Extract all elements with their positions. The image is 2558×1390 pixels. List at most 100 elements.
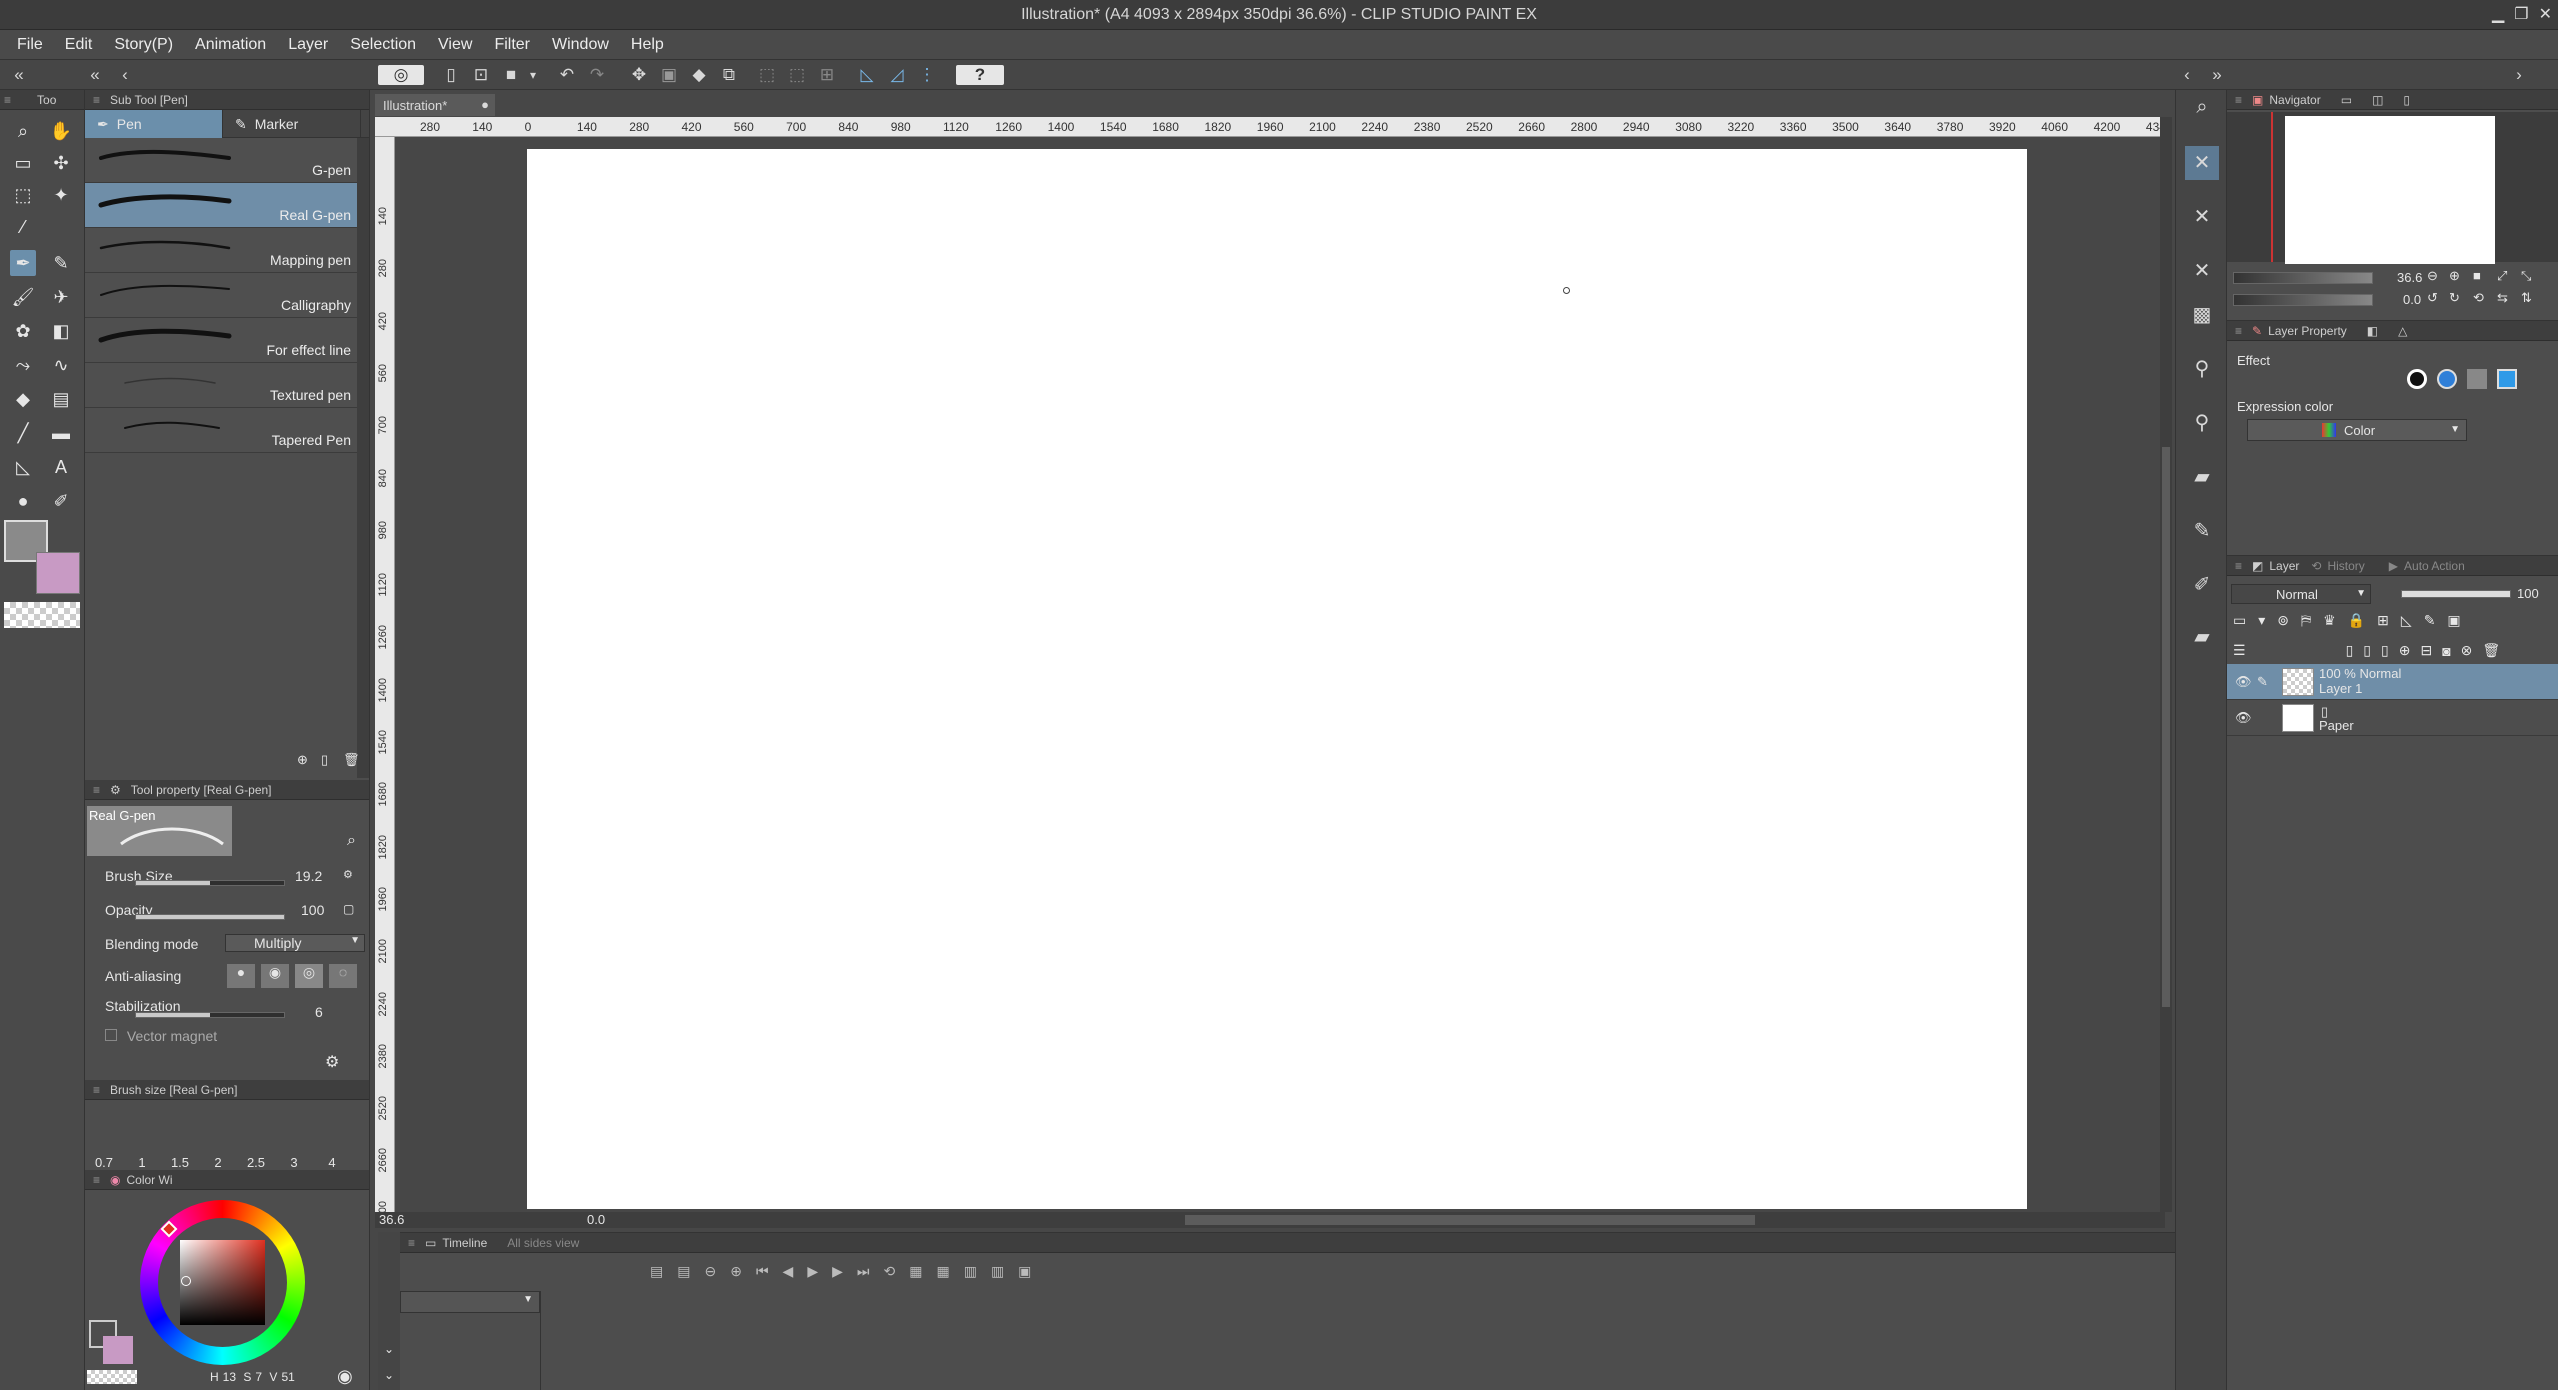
light-table-icon[interactable]: ▥: [991, 1263, 1004, 1280]
brush-tool-icon[interactable]: 🖌: [10, 284, 36, 310]
apply-mask-icon[interactable]: ⊗: [2461, 642, 2473, 659]
auto-action-tab[interactable]: Auto Action: [2404, 559, 2465, 573]
timeline-select[interactable]: ▼: [400, 1291, 540, 1313]
minimize-button[interactable]: ▁: [2492, 4, 2504, 24]
pen-tool-icon[interactable]: ✒: [10, 250, 36, 276]
brush-size-preset[interactable]: 1.5: [161, 1155, 199, 1170]
fill-tool-icon[interactable]: ◆: [10, 386, 36, 412]
layer-opacity-value[interactable]: 100: [2517, 586, 2539, 601]
eye-icon[interactable]: 👁: [2235, 674, 2252, 690]
snap-grid-icon[interactable]: ⋮: [916, 65, 938, 85]
merge-icon[interactable]: ⊟: [2420, 642, 2432, 659]
zoom-in-icon[interactable]: ⊕: [2449, 268, 2460, 284]
navigator-tab[interactable]: Navigator: [2269, 93, 2320, 107]
item-bank-icon[interactable]: ◫: [2372, 93, 2383, 107]
pose-2-icon[interactable]: ⚲: [2185, 406, 2219, 440]
tab-3-icon[interactable]: △: [2398, 324, 2407, 338]
mask-create-icon[interactable]: ◙: [2442, 643, 2450, 659]
eyedropper-icon[interactable]: ⁄: [10, 214, 36, 240]
deselect-icon[interactable]: ⬚: [756, 65, 778, 85]
layer-opacity-slider[interactable]: [2401, 590, 2511, 598]
brush-material-icon[interactable]: ✐: [2185, 568, 2219, 602]
rotate-slider[interactable]: [2233, 294, 2373, 306]
info-icon[interactable]: ▯: [2403, 93, 2410, 107]
stabilization-value[interactable]: 6: [315, 1004, 323, 1020]
folder-icon[interactable]: ▰: [2185, 460, 2219, 494]
opacity-slider[interactable]: [135, 914, 285, 920]
layer-property-tab[interactable]: Layer Property: [2268, 324, 2347, 338]
pressure-icon[interactable]: ⚙: [343, 868, 353, 881]
menu-filter[interactable]: Filter: [483, 36, 541, 54]
tone-icon[interactable]: [2467, 369, 2487, 389]
loop-icon[interactable]: ⟲: [884, 1263, 896, 1280]
clear-icon[interactable]: ▣: [658, 65, 680, 85]
new-raster-layer-icon[interactable]: ▯: [2346, 642, 2354, 659]
correct-line-icon[interactable]: ✐: [48, 488, 74, 514]
eye-icon[interactable]: 👁: [2235, 710, 2252, 726]
reference-icon[interactable]: ⊚: [2277, 612, 2289, 629]
color-wheel-tab[interactable]: Color Wi: [127, 1173, 173, 1187]
save-dropdown-icon[interactable]: ▾: [522, 65, 544, 85]
settings-icon[interactable]: ⚙: [325, 1052, 339, 1072]
antialias-strong-icon[interactable]: ◌: [329, 964, 357, 988]
eraser-tool-icon[interactable]: ◧: [48, 318, 74, 344]
chevron-down-icon[interactable]: ⌄: [384, 1342, 394, 1356]
blend-mode-select[interactable]: Normal ▼: [2231, 584, 2371, 604]
zoom-in-icon[interactable]: ⊕: [730, 1263, 742, 1280]
auto-select-icon[interactable]: ✦: [48, 182, 74, 208]
zoom-out-icon[interactable]: ⊖: [704, 1263, 716, 1280]
clip-studio-icon[interactable]: ◎: [378, 65, 424, 85]
menu-view[interactable]: View: [427, 36, 483, 54]
vertical-scrollbar[interactable]: [2160, 117, 2172, 1212]
balloon-tool-icon[interactable]: ●: [10, 488, 36, 514]
material-2-icon[interactable]: ✕: [2185, 200, 2219, 234]
menu-story[interactable]: Story(P): [103, 36, 184, 54]
antialias-weak-icon[interactable]: ◉: [261, 964, 289, 988]
brush-item-g-pen[interactable]: G-pen: [85, 138, 357, 183]
new-vector-layer-icon[interactable]: ▯: [2363, 642, 2371, 659]
timeline-settings-icon[interactable]: ▣: [1018, 1263, 1031, 1280]
airbrush-tool-icon[interactable]: ✈: [48, 284, 74, 310]
search-icon[interactable]: ⌕: [347, 832, 356, 850]
specify-cel-icon[interactable]: ▦: [936, 1263, 949, 1280]
zoom-out-icon[interactable]: ⊖: [2427, 268, 2438, 284]
layer-stack-icon[interactable]: ☰: [2233, 642, 2246, 659]
decoration-tool-icon[interactable]: ✿: [10, 318, 36, 344]
close-button[interactable]: ✕: [2539, 4, 2552, 24]
selection-tool-icon[interactable]: ⬚: [10, 182, 36, 208]
menu-edit[interactable]: Edit: [54, 36, 104, 54]
brush-size-preset[interactable]: 3: [275, 1155, 313, 1170]
antialias-none-icon[interactable]: ●: [227, 964, 255, 988]
material-icon[interactable]: ✕: [2185, 146, 2219, 180]
opacity-value[interactable]: 100: [301, 902, 324, 918]
zoom-tool-icon[interactable]: ⌕: [10, 118, 36, 144]
sub-color-mini[interactable]: [103, 1336, 133, 1364]
opacity-checkbox-icon[interactable]: ▢: [343, 902, 354, 916]
ruler-icon[interactable]: ◺: [2401, 612, 2412, 629]
tab-marker[interactable]: ✎ Marker: [223, 110, 361, 138]
layer-row[interactable]: 👁 ✎ 100 % Normal Layer 1: [2227, 664, 2558, 700]
lock-icon[interactable]: 🔒: [2348, 612, 2365, 629]
vector-magnet-checkbox[interactable]: [105, 1029, 117, 1041]
maximize-button[interactable]: ❐: [2514, 4, 2528, 24]
selection-border-icon[interactable]: ⊞: [816, 65, 838, 85]
palette-color-icon[interactable]: ▣: [2447, 612, 2460, 629]
undo-icon[interactable]: ↶: [556, 65, 578, 85]
lock-transparent-icon[interactable]: ♛: [2323, 612, 2336, 629]
extract-line-icon[interactable]: [2497, 369, 2517, 389]
redo-icon[interactable]: ↷: [586, 65, 608, 85]
menu-window[interactable]: Window: [541, 36, 620, 54]
menu-file[interactable]: File: [6, 36, 54, 54]
gradient-tool-icon[interactable]: ▤: [48, 386, 74, 412]
brush-size-preset[interactable]: 2.5: [237, 1155, 275, 1170]
open-folder-icon[interactable]: ⊡: [470, 65, 492, 85]
save-icon[interactable]: ■: [500, 65, 522, 85]
pose-icon[interactable]: ⚲: [2185, 352, 2219, 386]
close-tab-icon[interactable]: ●: [481, 97, 489, 112]
vertical-ruler[interactable]: 140 280 420 560 700 840 980 1120 1260 1400 1540 168…: [375, 137, 395, 1212]
navigator-zoom[interactable]: 36.6: [2397, 270, 2422, 285]
mask-icon[interactable]: ⊞: [2377, 612, 2389, 629]
duplicate-sub-tool-icon[interactable]: ▯: [321, 752, 328, 768]
material-3-icon[interactable]: ✕: [2185, 254, 2219, 288]
ruler-tool-icon[interactable]: ◺: [10, 454, 36, 480]
